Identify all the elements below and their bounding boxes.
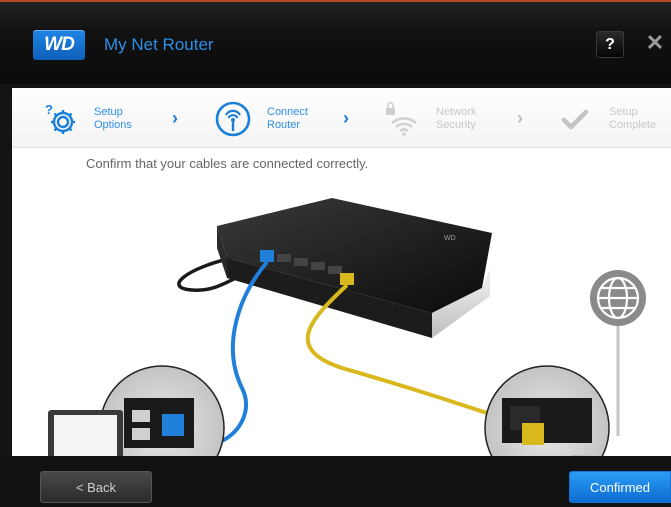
- chevron-right-icon: ›: [343, 108, 349, 128]
- chevron-right-icon: ›: [172, 108, 178, 128]
- lock-wifi-icon: [382, 99, 422, 139]
- gear-question-icon: ?: [40, 99, 80, 139]
- wireless-antenna-icon: [213, 99, 253, 139]
- step-label: Setup Options: [94, 106, 132, 131]
- svg-text:?: ?: [45, 102, 53, 117]
- chevron-right-icon: ›: [517, 108, 523, 128]
- confirmed-button[interactable]: Confirmed: [569, 471, 671, 503]
- setup-steps: ? Setup Options › Connect Router › Netwo…: [12, 88, 671, 148]
- instruction-text: Confirm that your cables are connected c…: [86, 156, 369, 171]
- wd-logo: WD: [33, 30, 85, 60]
- content-panel: ? Setup Options › Connect Router › Netwo…: [12, 88, 671, 456]
- svg-text:WD: WD: [444, 235, 456, 242]
- back-button[interactable]: < Back: [40, 471, 152, 503]
- step-setup-options: ? Setup Options: [40, 98, 154, 140]
- step-label: Setup Complete: [609, 106, 657, 131]
- step-network-security: Network Security: [382, 98, 496, 140]
- app-title: My Net Router: [104, 35, 214, 54]
- app-window: WD My Net Router ? ✕ ? Setup Options › C…: [0, 0, 671, 507]
- cable-connection-illustration: WD: [12, 178, 671, 456]
- help-button[interactable]: ?: [596, 31, 624, 58]
- title-bar-accent: [0, 0, 671, 2]
- checkmark-icon: [555, 99, 595, 139]
- title-bar: WD My Net Router ? ✕: [0, 0, 671, 84]
- step-connect-router: Connect Router: [213, 98, 327, 140]
- step-label: Network Security: [436, 106, 477, 131]
- close-button[interactable]: ✕: [644, 30, 666, 56]
- step-setup-complete: Setup Complete: [555, 98, 669, 140]
- step-label: Connect Router: [267, 106, 308, 131]
